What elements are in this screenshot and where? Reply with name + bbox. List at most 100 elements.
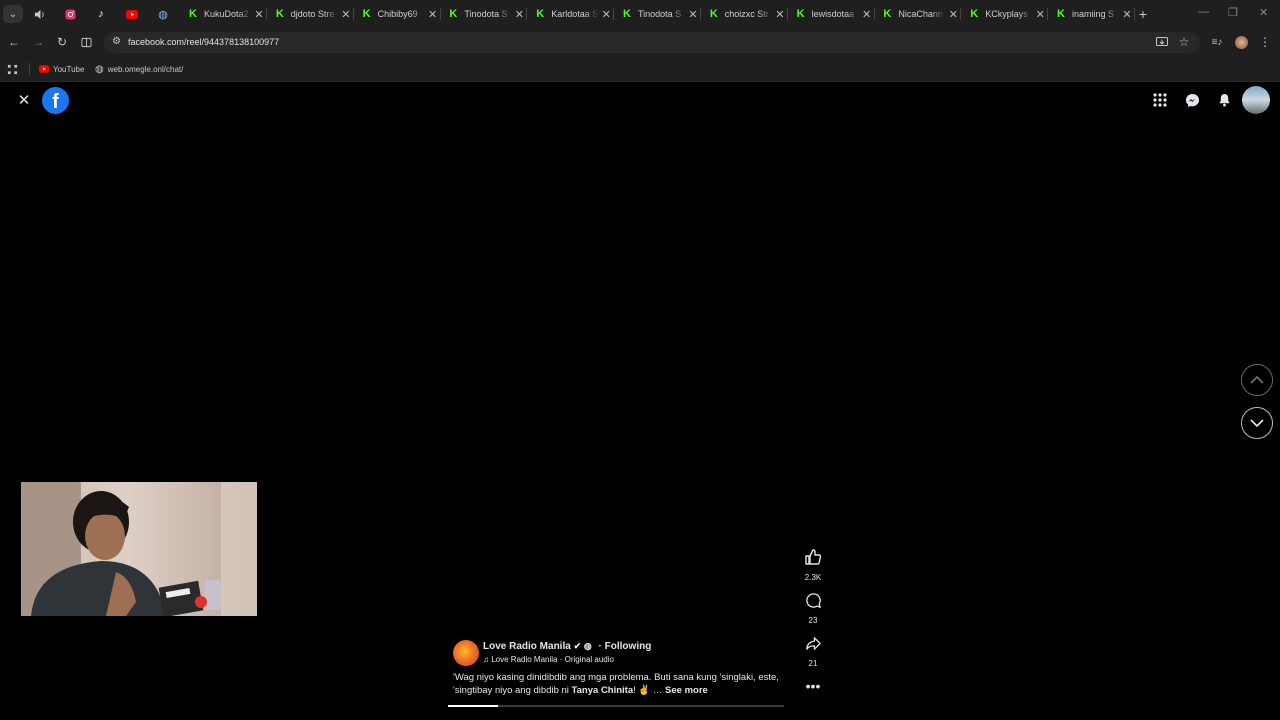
browser-tab[interactable]: Klewisdotaa ✕ [790,4,875,24]
tab-separator [266,8,267,20]
tab-separator [352,8,354,20]
browser-tab[interactable]: K Chibiby69 ✕ [356,4,441,24]
kick-icon: K [883,8,892,20]
pinned-tab-omegle[interactable]: ◍ [148,4,178,24]
address-bar[interactable]: ⚙ facebook.com/reel/944378138100977 [104,32,1200,53]
close-tab-icon[interactable]: ✕ [1120,8,1134,21]
account-avatar[interactable] [1242,86,1270,114]
facebook-reel-viewer: ✕ f 2.3K 23 21 ••• Love Radio Manila ✔ ◍… [0,82,1280,720]
caption-mention-link[interactable]: Tanya Chinita [572,685,634,696]
messenger-button[interactable] [1180,88,1204,112]
close-tab-icon[interactable]: ✕ [512,8,526,21]
tab-title: NicaChann [898,9,943,19]
arrow-right-icon: → [32,35,44,49]
tab-separator [960,8,962,20]
caption-tail: ! ✌️ … [633,685,666,696]
browser-tab[interactable]: K KukuDota2 ✕ [182,4,267,24]
more-vertical-icon: ⋮ [1259,35,1271,49]
install-icon [1156,36,1168,46]
split-view-button[interactable] [78,34,94,50]
pinned-tab-youtube[interactable] [117,4,147,24]
new-tab-button[interactable]: + [1133,5,1153,23]
browser-tab[interactable]: K KCkyplays ✕ [963,4,1049,24]
previous-reel-button[interactable] [1241,364,1273,396]
close-tab-icon[interactable]: ✕ [1033,8,1047,21]
tab-title: lewisdotaa [811,9,855,19]
more-options-button[interactable]: ••• [800,678,826,694]
pinned-tab-tiktok[interactable]: ♪ [86,4,116,24]
comment-icon [805,593,821,609]
forward-button[interactable]: → [30,34,46,50]
see-more-link[interactable]: See more [665,685,708,696]
tab-separator [526,8,528,20]
close-tab-icon[interactable]: ✕ [686,8,700,21]
kick-icon: K [275,8,284,20]
browser-menu-button[interactable]: ⋮ [1257,34,1273,50]
tab-strip: ⌄ ♪ ◍ K KukuDota2 ✕ Kdjdoto Stre ✕ K Chibiby69… [0,0,1280,28]
thumbs-up-icon [805,549,822,565]
browser-tab[interactable]: K Tinodota S ✕ [616,4,701,24]
share-icon [805,637,821,650]
video-progress-bar[interactable] [448,705,784,707]
install-app-button[interactable] [1154,34,1170,50]
page-name-link[interactable]: Love Radio Manila [483,641,571,652]
kick-icon: K [796,8,805,20]
browser-tab[interactable]: Kinamiing S ✕ [1050,4,1135,24]
restore-icon[interactable]: ❐ [1228,6,1238,19]
close-tab-icon[interactable]: ✕ [426,8,440,21]
mute-tab-button[interactable] [29,5,49,23]
share-button[interactable]: 21 [800,635,826,668]
close-reel-button[interactable]: ✕ [16,92,32,109]
close-tab-icon[interactable]: ✕ [773,8,787,21]
tab-title: inamiing S [1072,9,1115,19]
tab-search-button[interactable]: ⌄ [3,5,23,23]
comment-button[interactable]: 23 [800,592,826,625]
next-reel-button[interactable] [1241,407,1273,439]
comment-count: 23 [808,616,818,625]
webcam-overlay [21,482,257,616]
browser-tab[interactable]: Kchoizxc Str ✕ [703,4,788,24]
pinned-tab-instagram[interactable] [55,4,85,24]
reload-icon: ↻ [56,35,68,49]
kick-icon: K [709,8,718,20]
browser-tab[interactable]: K Tinodota S ✕ [442,4,528,24]
minimize-icon[interactable]: — [1198,6,1209,18]
close-window-icon[interactable]: ✕ [1259,6,1268,19]
close-tab-icon[interactable]: ✕ [599,8,613,21]
reload-button[interactable]: ↻ [54,34,70,50]
apps-button[interactable] [7,62,18,76]
bookmark-youtube[interactable]: YouTube [39,62,84,76]
like-button[interactable]: 2.3K [800,548,826,582]
youtube-icon [126,9,138,19]
close-tab-icon[interactable]: ✕ [946,8,960,21]
back-button[interactable]: ← [6,34,22,50]
site-info-icon[interactable]: ⚙ [112,36,121,47]
notifications-button[interactable] [1212,88,1236,112]
following-button[interactable]: · Following [599,641,652,652]
reel-caption: 'Wag niyo kasing dinidibdib ang mga prob… [453,671,783,697]
close-tab-icon[interactable]: ✕ [860,8,874,21]
apps-grid-icon [7,64,18,74]
bookmarks-bar: YouTube ◍ web.omegle.onl/chat/ [0,57,1280,82]
browser-tab[interactable]: K Karldotaa S ✕ [529,4,615,24]
page-avatar[interactable] [453,640,479,666]
globe-icon: ◍ [583,641,592,651]
profile-button[interactable] [1233,34,1249,50]
tab-separator [1047,8,1049,20]
bookmark-star-button[interactable]: ☆ [1176,34,1192,50]
facebook-logo[interactable]: f [42,87,69,114]
browser-tab[interactable]: Kdjdoto Stre ✕ [269,4,354,24]
bookmarks-divider [29,63,30,75]
bookmark-omegle[interactable]: ◍ web.omegle.onl/chat/ [95,62,183,76]
speaker-icon [34,9,44,19]
close-tab-icon[interactable]: ✕ [252,8,266,21]
audio-info[interactable]: ♫ Love Radio Manila · Original audio [483,655,614,664]
menu-button[interactable] [1148,88,1172,112]
kick-icon: K [362,8,371,20]
browser-tab[interactable]: K NicaChann ✕ [876,4,962,24]
media-control-button[interactable]: ≡♪ [1209,34,1225,50]
close-tab-icon[interactable]: ✕ [339,8,353,21]
tab-title: choizxc Str [724,9,769,19]
arrow-left-icon: ← [8,35,20,49]
messenger-icon [1185,93,1199,107]
